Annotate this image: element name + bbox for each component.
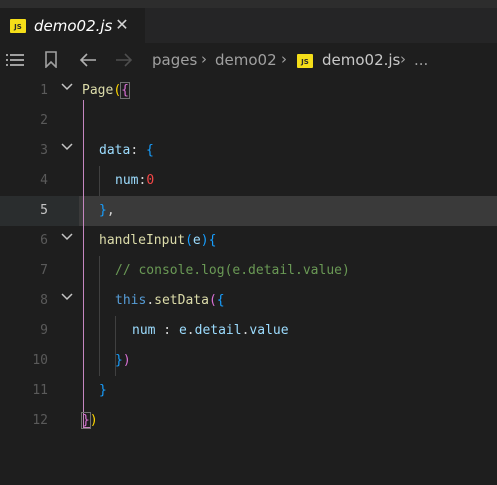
- code-line-3[interactable]: 3 data: {: [0, 136, 497, 166]
- code-text: }: [99, 383, 107, 398]
- code-line-7[interactable]: 7 // console.log(e.detail.value): [0, 256, 497, 286]
- code-line-9[interactable]: 9 num : e.detail.value: [0, 316, 497, 346]
- chevron-down-icon[interactable]: [60, 140, 74, 154]
- line-number: 11: [32, 383, 48, 398]
- close-icon[interactable]: ✕: [114, 16, 130, 34]
- javascript-file-icon: JS: [297, 54, 313, 68]
- bookmark-icon[interactable]: [45, 43, 57, 76]
- code-line-11[interactable]: 11 }: [0, 376, 497, 406]
- code-editor[interactable]: 1 Page({ 2 3 data: { 4 num:0 5 }, 6 hand…: [0, 76, 497, 485]
- breadcrumb-item-file[interactable]: demo02.js: [322, 51, 400, 69]
- code-text: data: {: [99, 143, 154, 158]
- chevron-down-icon[interactable]: [60, 290, 74, 304]
- breadcrumb-item-pages[interactable]: pages: [152, 51, 197, 69]
- outline-list-icon[interactable]: [6, 43, 24, 76]
- code-text: }): [81, 412, 98, 429]
- breadcrumb-separator: ›: [400, 50, 406, 68]
- bracket-pair-guide: [83, 100, 91, 428]
- line-number: 7: [40, 263, 48, 278]
- code-text: num:0: [115, 173, 155, 188]
- code-line-6[interactable]: 6 handleInput(e){: [0, 226, 497, 256]
- line-number: 9: [40, 323, 48, 338]
- line-number: 4: [40, 173, 48, 188]
- code-text: handleInput(e){: [99, 233, 217, 248]
- line-number: 6: [40, 233, 48, 248]
- chevron-down-icon[interactable]: [60, 80, 74, 94]
- editor-window: JS demo02.js ✕ pages › demo02 › JS demo0…: [0, 0, 497, 485]
- indent-guide: [99, 256, 100, 376]
- code-text: this.setData({: [115, 293, 225, 308]
- tab-label: demo02.js: [34, 16, 113, 35]
- line-number: 10: [32, 353, 48, 368]
- code-text: num : e.detail.value: [132, 323, 289, 338]
- code-text: Page({: [82, 82, 130, 99]
- line-number: 3: [40, 143, 48, 158]
- code-line-2[interactable]: 2: [0, 106, 497, 136]
- code-line-1[interactable]: 1 Page({: [0, 76, 497, 106]
- javascript-file-icon: JS: [10, 18, 26, 33]
- code-line-12[interactable]: 12 }): [0, 406, 497, 436]
- back-arrow-icon[interactable]: [79, 43, 97, 76]
- line-number: 5: [40, 203, 48, 218]
- code-line-4[interactable]: 4 num:0: [0, 166, 497, 196]
- line-number: 12: [32, 413, 48, 428]
- tab-bar: JS demo02.js ✕: [0, 0, 497, 43]
- code-text: }): [115, 353, 131, 368]
- code-line-8[interactable]: 8 this.setData({: [0, 286, 497, 316]
- code-line-5[interactable]: 5 },: [0, 196, 497, 226]
- tab-bar-top-strip: [0, 0, 497, 8]
- line-number: 1: [40, 83, 48, 98]
- code-comment: // console.log(e.detail.value): [115, 263, 350, 278]
- forward-arrow-icon[interactable]: [115, 43, 133, 76]
- code-line-10[interactable]: 10 }): [0, 346, 497, 376]
- indent-guide: [99, 166, 100, 196]
- line-number: 2: [40, 113, 48, 128]
- breadcrumb-separator: ›: [281, 50, 287, 68]
- breadcrumb-item-more[interactable]: ...: [414, 51, 428, 69]
- chevron-down-icon[interactable]: [60, 230, 74, 244]
- breadcrumb-separator: ›: [201, 50, 207, 68]
- line-number: 8: [40, 293, 48, 308]
- tab-demo02-js[interactable]: JS demo02.js ✕: [0, 8, 145, 43]
- breadcrumb: pages › demo02 › JS demo02.js › ...: [0, 43, 497, 76]
- breadcrumb-item-demo02[interactable]: demo02: [215, 51, 277, 69]
- code-text: },: [99, 203, 115, 218]
